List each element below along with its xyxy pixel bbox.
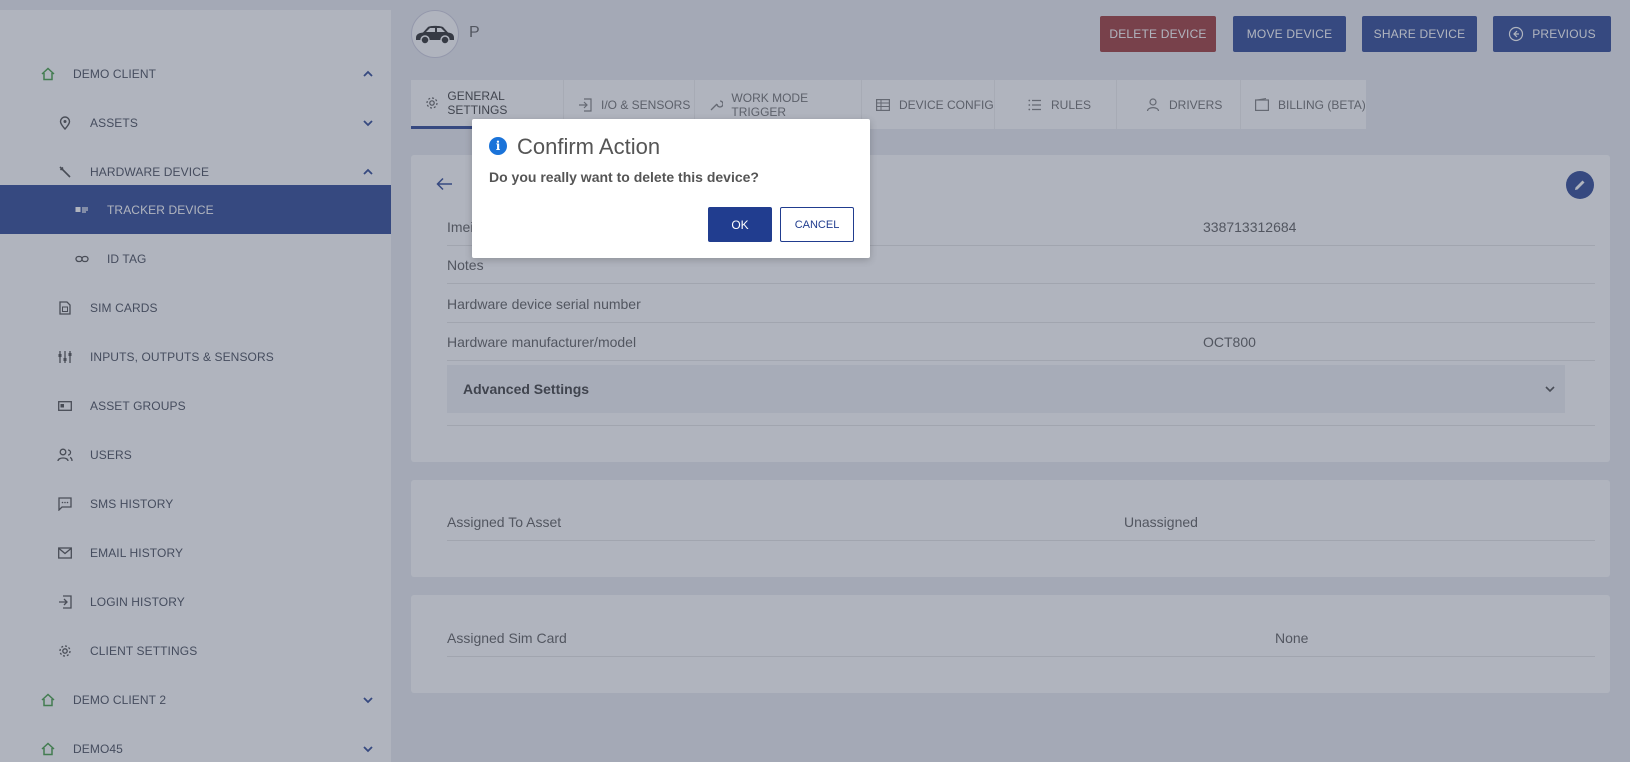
ok-button[interactable]: OK [708,207,772,242]
cancel-button[interactable]: CANCEL [780,207,854,242]
dialog-title: Confirm Action [517,134,661,159]
dialog-message: Do you really want to delete this device… [489,169,759,185]
confirm-dialog: i Confirm Action Do you really want to d… [472,119,870,258]
modal-backdrop[interactable] [0,0,1630,762]
info-icon: i [489,137,507,155]
